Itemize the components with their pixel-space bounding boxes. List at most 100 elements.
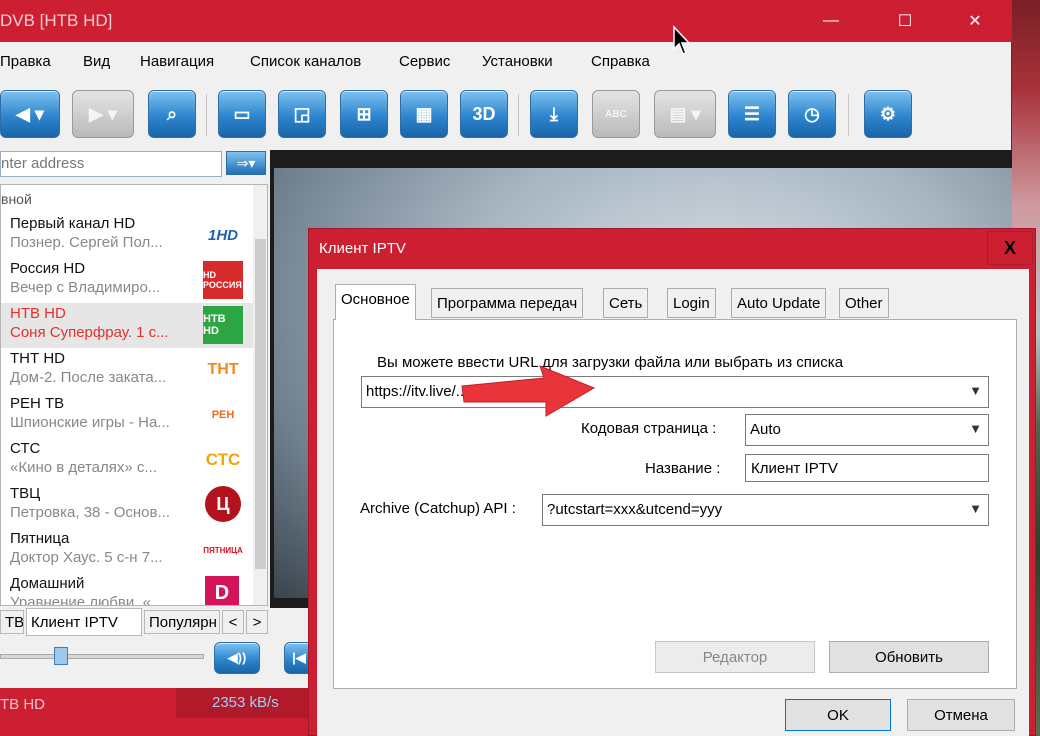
name-value: Клиент IPTV xyxy=(751,460,838,477)
mute-button[interactable]: ◀)) xyxy=(214,642,260,674)
settings-button[interactable]: ⚙ xyxy=(864,90,912,138)
speaker-icon: ◀)) xyxy=(227,650,247,665)
channel-program: Соня Суперфрау. 1 с... xyxy=(10,324,169,341)
grid16-button[interactable]: ▦ xyxy=(400,90,448,138)
name-label: Название : xyxy=(645,460,721,477)
editor-button[interactable]: Редактор xyxy=(655,641,815,673)
bitrate-meter: 2353 kB/s xyxy=(176,688,308,718)
channel-logo-icon: НТВ HD xyxy=(203,306,243,344)
dialog-title: Клиент IPTV xyxy=(319,240,406,257)
tab-main[interactable]: Основное xyxy=(335,284,416,320)
tab-program-guide[interactable]: Программа передач xyxy=(431,288,584,318)
tab-popular[interactable]: Популярн xyxy=(144,610,220,634)
channel-program: Шпионские игры - На... xyxy=(10,414,170,431)
annotation-arrow-icon xyxy=(461,365,596,417)
archive-api-combobox[interactable]: ?utcstart=xxx&utcend=yyy ▼ xyxy=(542,494,989,526)
tab-iptv-client[interactable]: Клиент IPTV xyxy=(26,608,142,636)
clock-icon: ◷ xyxy=(804,103,820,124)
channel-item[interactable]: Первый канал HD Познер. Сергей Пол... 1H… xyxy=(1,213,253,258)
channel-program: Уравнение любви. «... xyxy=(10,594,164,606)
menu-edit[interactable]: Правка xyxy=(0,53,51,70)
tab-scroll-left[interactable]: < xyxy=(222,610,244,634)
tab-tv[interactable]: ТВ xyxy=(0,610,24,634)
go-button[interactable]: ⇒▾ xyxy=(226,151,266,175)
menu-navigation[interactable]: Навигация xyxy=(140,53,214,70)
3d-button[interactable]: 3D xyxy=(460,90,508,138)
settings-icon: ⚙ xyxy=(879,103,897,124)
address-input[interactable]: nter address xyxy=(0,151,222,177)
dialog-close-button[interactable]: X xyxy=(987,231,1033,265)
channel-item[interactable]: Домашний Уравнение любви. «... D xyxy=(1,573,253,606)
channel-item[interactable]: ТНТ HD Дом-2. После заката... ТНТ xyxy=(1,348,253,393)
search-button[interactable]: ⌕ xyxy=(148,90,196,138)
menu-view[interactable]: Вид xyxy=(83,53,110,70)
teletext-button[interactable]: ▤ ▾ xyxy=(654,90,716,138)
menu-settings[interactable]: Установки xyxy=(482,53,553,70)
grid4-button[interactable]: ⊞ xyxy=(340,90,388,138)
url-combobox[interactable]: https://itv.live/.../perfectpl.m3u8 ▼ xyxy=(361,376,989,408)
channel-logo-icon: ПЯТНИЦА xyxy=(203,545,243,555)
toolbar: ◀ ▾ ▶ ▾ ⌕ ▭ ◲ ⊞ ▦ 3D ⤓ ABC ▤ ▾ ☰ ◷ ⚙ xyxy=(0,86,1012,142)
tab-network[interactable]: Сеть xyxy=(603,288,649,318)
channel-logo-icon: D xyxy=(205,576,239,605)
chevron-down-icon[interactable]: ▼ xyxy=(969,383,982,398)
refresh-button[interactable]: Обновить xyxy=(829,641,989,673)
back-icon: ◀ ▾ xyxy=(16,103,44,124)
name-input[interactable]: Клиент IPTV xyxy=(745,454,989,482)
close-button[interactable]: ✕ xyxy=(952,0,998,42)
subtitles-button[interactable]: ABC xyxy=(592,90,640,138)
channel-program: Петровка, 38 - Основ... xyxy=(10,504,170,521)
cancel-button[interactable]: Отмена xyxy=(907,699,1015,731)
tab-login[interactable]: Login xyxy=(667,288,716,318)
record-button[interactable]: ⤓ xyxy=(530,90,578,138)
tab-other[interactable]: Other xyxy=(839,288,889,318)
epg-list-button[interactable]: ☰ xyxy=(728,90,776,138)
clock-button[interactable]: ◷ xyxy=(788,90,836,138)
channel-logo-icon: 1HD xyxy=(207,226,238,244)
channel-logo-icon: ТНТ xyxy=(207,361,239,378)
screen-mode-button[interactable]: ◲ xyxy=(278,90,326,138)
screen-icon: ◲ xyxy=(293,103,311,124)
title-bar: DVB [НТВ HD] — ☐ ✕ xyxy=(0,0,1012,42)
volume-slider-thumb[interactable] xyxy=(54,647,68,665)
window-mode-button[interactable]: ▭ xyxy=(218,90,266,138)
channel-item[interactable]: Пятница Доктор Хаус. 5 с-н 7... ПЯТНИЦА xyxy=(1,528,253,573)
url-hint-label: Вы можете ввести URL для загрузки файла … xyxy=(377,354,844,371)
menu-channel-list[interactable]: Список каналов xyxy=(250,53,361,70)
tab-scroll-right[interactable]: > xyxy=(246,610,268,634)
channel-program: Доктор Хаус. 5 с-н 7... xyxy=(10,549,163,566)
chevron-down-icon[interactable]: ▼ xyxy=(969,501,982,516)
channel-item-selected[interactable]: НТВ HD Соня Суперфрау. 1 с... НТВ HD xyxy=(1,303,253,348)
channel-item[interactable]: Россия HD Вечер с Владимиро... HD РОССИЯ xyxy=(1,258,253,303)
scroll-thumb[interactable] xyxy=(255,239,266,569)
teletext-icon: ▤ ▾ xyxy=(669,103,701,124)
status-channel: ТВ HD xyxy=(0,696,45,713)
codepage-label: Кодовая страница : xyxy=(581,420,717,437)
channel-program: «Кино в деталях» с... xyxy=(10,459,157,476)
channel-item[interactable]: ТВЦ Петровка, 38 - Основ... Ц xyxy=(1,483,253,528)
tab-auto-update[interactable]: Auto Update xyxy=(731,288,827,318)
channel-item[interactable]: СТС «Кино в деталях» с... СТС xyxy=(1,438,253,483)
channel-name: Домашний xyxy=(10,575,85,592)
forward-button[interactable]: ▶ ▾ xyxy=(72,90,134,138)
back-button[interactable]: ◀ ▾ xyxy=(0,90,60,138)
minimize-button[interactable]: — xyxy=(808,0,854,42)
codepage-select[interactable]: Auto ▼ xyxy=(745,414,989,446)
channel-group-header: вной xyxy=(1,191,32,207)
channel-program: Вечер с Владимиро... xyxy=(10,279,161,296)
channel-item[interactable]: РЕН ТВ Шпионские игры - На... РЕН xyxy=(1,393,253,438)
channel-list-scrollbar[interactable] xyxy=(253,185,267,605)
chevron-down-icon[interactable]: ▼ xyxy=(969,421,982,436)
channel-name: НТВ HD xyxy=(10,305,66,322)
channel-program: Познер. Сергей Пол... xyxy=(10,234,163,251)
bitrate-value: 2353 kB/s xyxy=(212,694,279,711)
volume-slider[interactable] xyxy=(0,654,204,659)
previous-icon: |◀ xyxy=(292,650,306,665)
ok-button[interactable]: OK xyxy=(785,699,891,731)
menu-help[interactable]: Справка xyxy=(591,53,650,70)
channel-name: ТНТ HD xyxy=(10,350,65,367)
forward-icon: ▶ ▾ xyxy=(89,103,117,124)
menu-service[interactable]: Сервис xyxy=(399,53,450,70)
maximize-button[interactable]: ☐ xyxy=(882,0,928,42)
grid4-icon: ⊞ xyxy=(356,103,372,124)
